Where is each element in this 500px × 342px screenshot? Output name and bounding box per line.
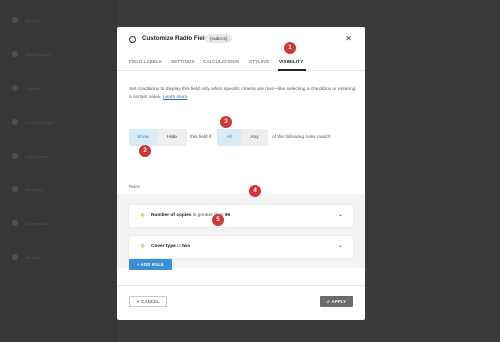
apply-button[interactable]: ✔ APPLY [320,296,353,307]
customize-field-modal: Customize Radio Field (radio-2) ✕ FIELD … [117,27,365,320]
add-rule-button[interactable]: + ADD RULE [129,259,172,270]
nav-dot-icon [12,186,18,192]
nav-dot-icon [12,153,18,159]
active-tab-indicator [278,69,306,71]
tab-styling[interactable]: STYLING [249,59,269,64]
rules-list: ❖ Number of copies is greater than 99 ⌄ … [117,194,365,268]
tab-field-labels[interactable]: FIELD LABELS [129,59,162,64]
close-icon[interactable]: ✕ [345,34,352,44]
callout-marker-3: 3 [220,116,232,128]
chevron-down-icon[interactable]: ⌄ [338,210,343,220]
rule-value: two [181,244,191,249]
condition-text-rules-match: of the following rules match: [272,135,332,140]
radio-field-icon [129,36,136,43]
rule-field: Cover type [151,244,176,249]
tab-bar: FIELD LABELS SETTINGS CALCULATIONS STYLI… [117,56,365,71]
rule-card[interactable]: ❖ Cover type is two ⌄ [129,236,353,258]
callout-marker-5: 5 [212,214,224,226]
hide-toggle-button[interactable]: Hide [157,129,187,146]
callout-marker-4: 4 [249,185,261,197]
background-nav-item: Details [12,17,40,23]
tab-calculations[interactable]: CALCULATIONS [203,59,239,64]
background-nav-item: Analytics [12,186,44,192]
modal-header: Customize Radio Field (radio-2) ✕ [117,27,365,52]
nav-dot-icon [12,85,18,91]
background-sidebar: Details Notifications Actions Form Setti… [0,0,118,342]
rule-card[interactable]: ❖ Number of copies is greater than 99 ⌄ [129,205,353,227]
nav-dot-icon [12,254,18,260]
rule-summary: Cover type is two [151,242,190,252]
learn-more-link[interactable]: Learn more [163,95,188,100]
nav-dot-icon [12,17,18,23]
cancel-button[interactable]: ✕ CANCEL [129,296,167,307]
callout-marker-2: 2 [139,145,151,157]
background-nav-item: Integrations [12,153,49,159]
background-nav-item: Form Settings [12,119,54,125]
visibility-description: Set conditions to display this field onl… [129,86,357,102]
nav-dot-icon [12,119,18,125]
condition-text-field-if: this field if [190,135,212,140]
tag-icon: ❖ [140,213,146,219]
background-nav-item: Submissions [12,220,51,226]
rule-value: 99 [224,213,231,218]
background-nav-item: Notifications [12,51,50,57]
nav-dot-icon [12,220,18,226]
match-all-button[interactable]: All [217,129,241,146]
tab-settings[interactable]: SETTINGS [171,59,195,64]
rule-operator: is [177,244,181,249]
rule-field: Number of copies [151,213,192,218]
show-toggle-button[interactable]: Show [129,129,157,146]
field-id-badge: (radio-2) [205,34,233,43]
condition-row: Show Hide this field if All Any of the f… [129,129,359,146]
chevron-down-icon[interactable]: ⌄ [338,241,343,251]
footer-divider [117,285,365,286]
background-nav-item: Actions [12,85,41,91]
tag-icon: ❖ [140,244,146,250]
tab-visibility[interactable]: VISIBILITY [279,59,303,64]
background-nav-item: Results [12,254,41,260]
match-any-button[interactable]: Any [241,129,268,146]
callout-marker-1: 1 [284,42,296,54]
rules-label: Rules [129,184,140,189]
modal-title: Customize Radio Field [142,35,209,42]
nav-dot-icon [12,51,18,57]
